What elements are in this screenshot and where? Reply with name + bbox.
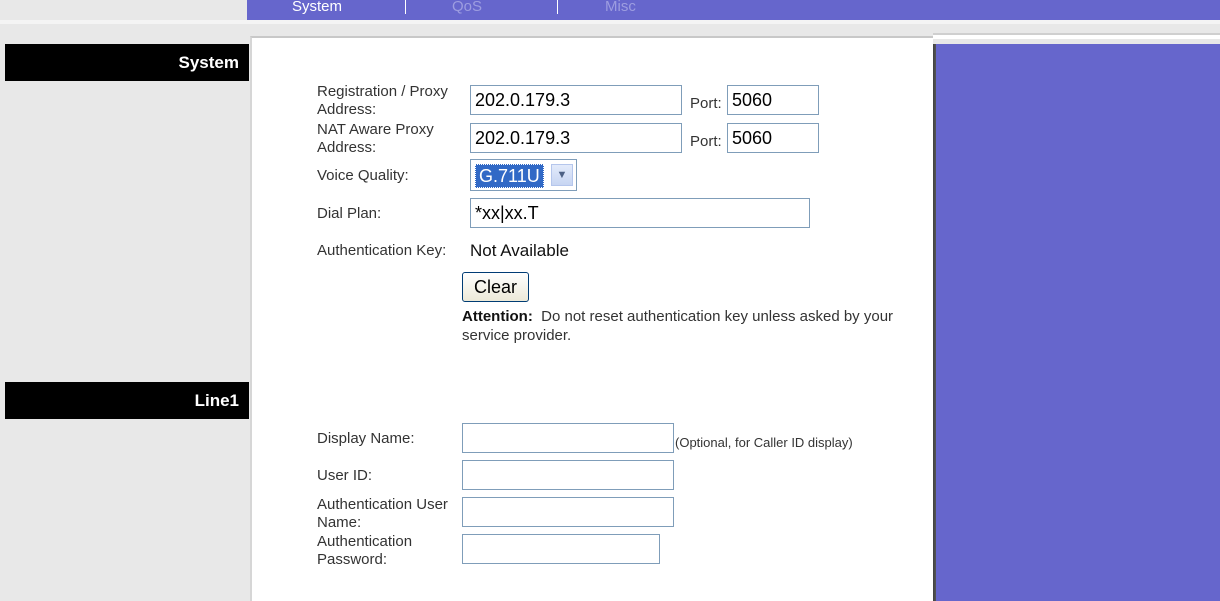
nat-port-label: Port: <box>690 133 722 150</box>
voice-quality-select[interactable]: G.711U ▼ <box>470 159 577 191</box>
tab-qos[interactable]: QoS <box>452 0 482 15</box>
top-nav-bar: System QoS Misc <box>247 0 1220 20</box>
auth-password-input[interactable] <box>462 534 660 564</box>
authentication-key-value: Not Available <box>470 241 569 260</box>
right-side-panel <box>933 44 1220 601</box>
tab-separator <box>557 0 558 14</box>
registration-port-label: Port: <box>690 95 722 112</box>
section-header-line1: Line1 <box>5 382 249 419</box>
user-id-input[interactable] <box>462 460 674 490</box>
display-name-hint: (Optional, for Caller ID display) <box>675 435 853 450</box>
nat-port-input[interactable] <box>727 123 819 153</box>
auth-password-label: Authentication Password: <box>317 533 413 568</box>
tab-misc[interactable]: Misc <box>605 0 636 15</box>
panel-top-strip <box>933 33 1220 39</box>
nat-proxy-input[interactable] <box>470 123 682 153</box>
attention-label: Attention: <box>462 308 533 325</box>
tab-separator <box>405 0 406 14</box>
voice-quality-selected-value: G.711U <box>475 164 544 188</box>
dial-plan-input[interactable] <box>470 198 810 228</box>
top-divider <box>0 20 1220 24</box>
auth-user-name-input[interactable] <box>462 497 674 527</box>
registration-proxy-label: Registration / Proxy Address: <box>317 83 448 118</box>
clear-button[interactable]: Clear <box>462 272 529 302</box>
nat-proxy-label: NAT Aware Proxy Address: <box>317 121 434 156</box>
attention-note: Attention: Do not reset authentication k… <box>462 307 922 345</box>
section-header-system: System <box>5 44 249 81</box>
display-name-label: Display Name: <box>317 430 415 447</box>
registration-proxy-input[interactable] <box>470 85 682 115</box>
chevron-down-icon[interactable]: ▼ <box>551 164 573 186</box>
authentication-key-label: Authentication Key: <box>317 242 447 259</box>
registration-port-input[interactable] <box>727 85 819 115</box>
user-id-label: User ID: <box>317 467 373 484</box>
tab-system[interactable]: System <box>292 0 342 15</box>
display-name-input[interactable] <box>462 423 674 453</box>
dial-plan-label: Dial Plan: <box>317 205 382 222</box>
voice-quality-label: Voice Quality: <box>317 167 409 184</box>
auth-user-name-label: Authentication User Name: <box>317 496 448 531</box>
